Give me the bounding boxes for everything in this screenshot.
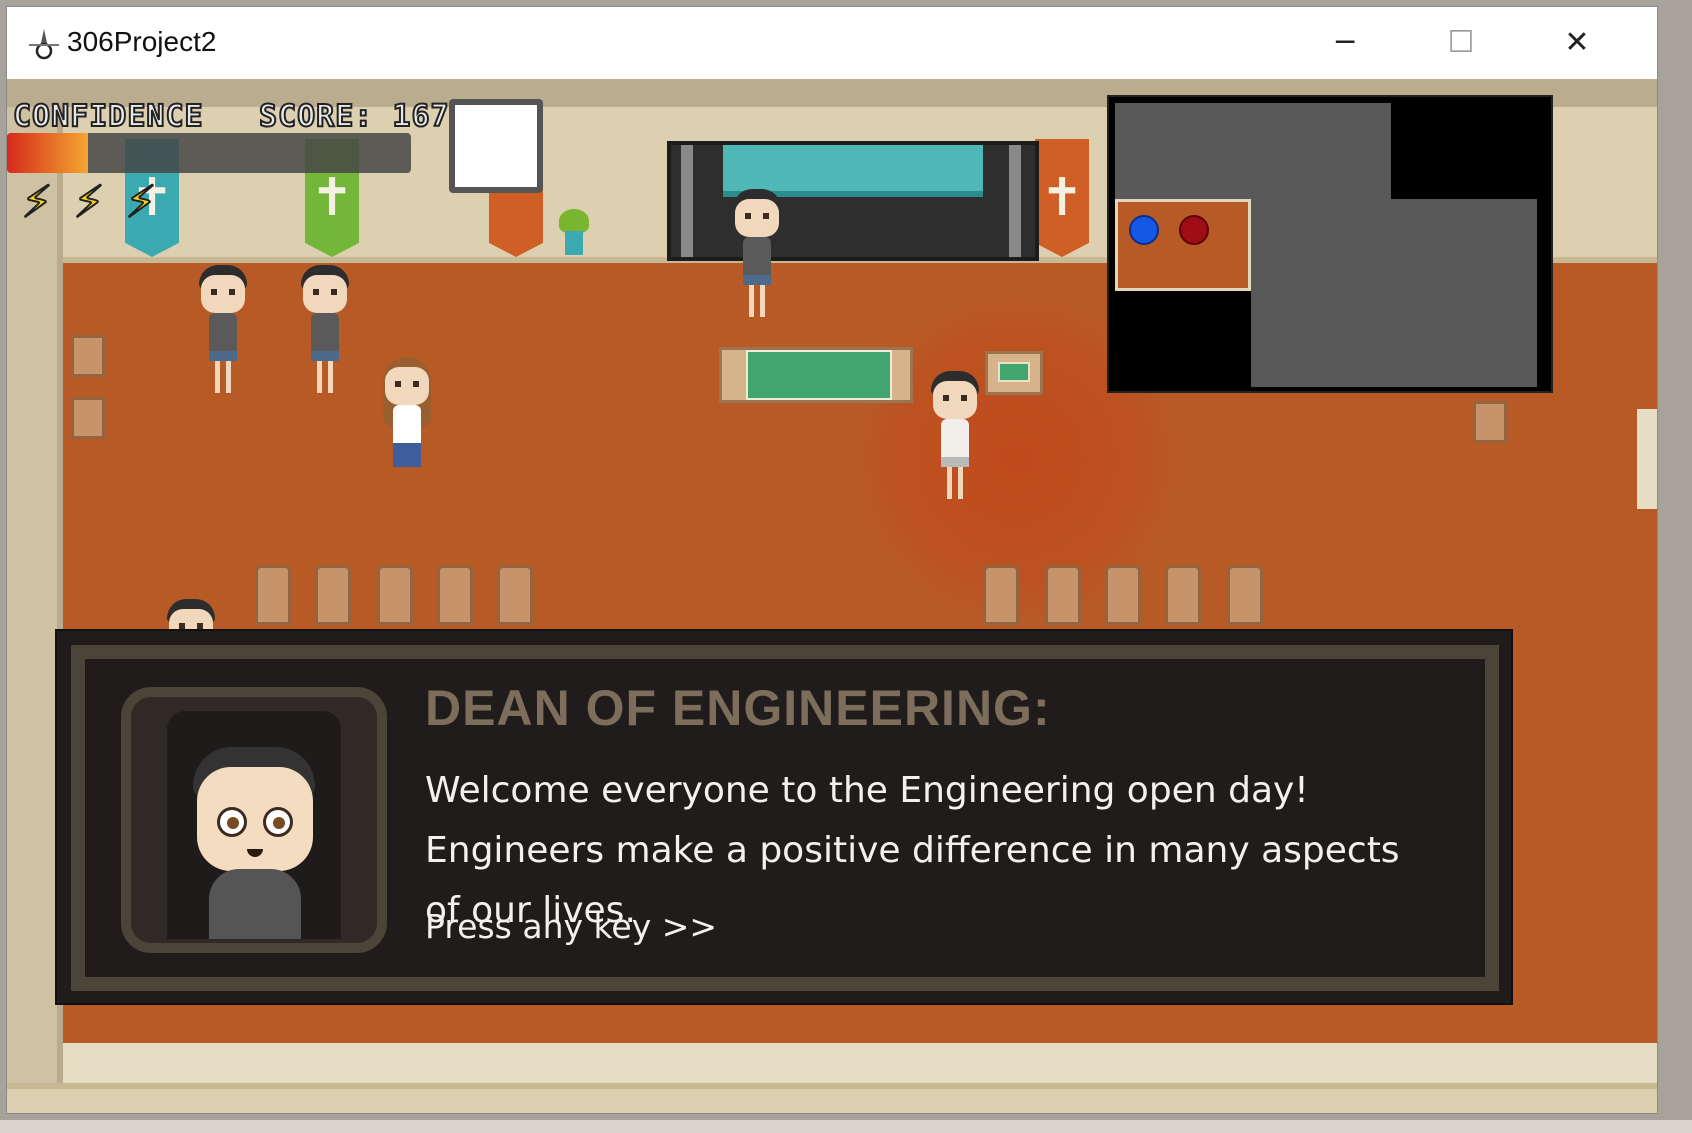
stage-post (1009, 145, 1021, 257)
potted-plant (557, 209, 591, 257)
portrait-face (197, 767, 313, 871)
cross-icon: ✝ (1040, 168, 1084, 228)
confidence-label: CONFIDENCE (12, 98, 204, 135)
game-viewport[interactable]: ✝ ✝ ✝ CONFIDENCE SCORE: 167 ⚡ ⚡ ⚡ DEAN O… (7, 79, 1657, 1113)
window-title: 306Project2 (67, 26, 217, 57)
audience-chair (1105, 565, 1141, 625)
portrait-background (167, 711, 341, 939)
computer-desk (985, 351, 1043, 395)
confidence-bar (7, 133, 411, 173)
confidence-bar-fill (7, 133, 88, 173)
score-label: SCORE: 167 (258, 98, 450, 135)
audience-chair (437, 565, 473, 625)
minimap (1107, 95, 1553, 393)
lightning-bolt-icon: ⚡ (125, 177, 158, 228)
maximize-button[interactable]: ☐ (1403, 7, 1519, 77)
dean-npc[interactable] (731, 189, 783, 319)
bottom-wall (7, 1083, 1657, 1113)
green-table (719, 347, 913, 403)
stage-post (681, 145, 693, 257)
game-window: 306Project2 ─ ☐ ✕ ✝ ✝ ✝ CONFIDENCE SCORE… (6, 6, 1658, 1114)
title-bar[interactable]: 306Project2 ─ ☐ ✕ (7, 7, 1657, 77)
audience-chair (377, 565, 413, 625)
female-student-npc[interactable] (381, 357, 433, 487)
dialog-box[interactable]: DEAN OF ENGINEERING: Welcome everyone to… (55, 629, 1513, 1005)
audience-chair (1045, 565, 1081, 625)
continue-prompt[interactable]: Press any key >> (425, 907, 717, 946)
audience-chair (497, 565, 533, 625)
right-wall-ledge (1637, 409, 1657, 509)
audience-chair (1227, 565, 1263, 625)
mouth (247, 849, 263, 857)
eye-icon (217, 807, 247, 837)
minimize-button[interactable]: ─ (1287, 7, 1403, 77)
speaker-portrait (121, 687, 387, 953)
lightning-bolt-icon: ⚡ (21, 177, 54, 228)
audience-chair (1165, 565, 1201, 625)
minimap-room (1391, 199, 1537, 387)
chair (1473, 401, 1507, 443)
student-npc[interactable] (299, 265, 351, 395)
close-button[interactable]: ✕ (1519, 7, 1635, 77)
lightning-bolt-icon: ⚡ (73, 177, 106, 228)
minimap-npc-marker (1179, 215, 1209, 245)
audience-chair (255, 565, 291, 625)
desktop-background (0, 1120, 1692, 1133)
audience-chair (983, 565, 1019, 625)
audience-chair (315, 565, 351, 625)
orange-banner: ✝ (1035, 139, 1089, 257)
portrait-body (209, 869, 301, 939)
speaker-name: DEAN OF ENGINEERING: (425, 680, 1051, 736)
app-icon (29, 29, 59, 60)
player-character[interactable] (929, 371, 981, 501)
table-cloth (746, 350, 892, 400)
minimap-current-room (1115, 199, 1251, 291)
stage (667, 141, 1039, 261)
chair (71, 397, 105, 439)
minimap-player-marker (1129, 215, 1159, 245)
eye-icon (263, 807, 293, 837)
minimap-room (1251, 103, 1391, 387)
monitor-icon (998, 362, 1030, 382)
student-npc[interactable] (197, 265, 249, 395)
chair (71, 335, 105, 377)
item-slot (449, 99, 543, 193)
